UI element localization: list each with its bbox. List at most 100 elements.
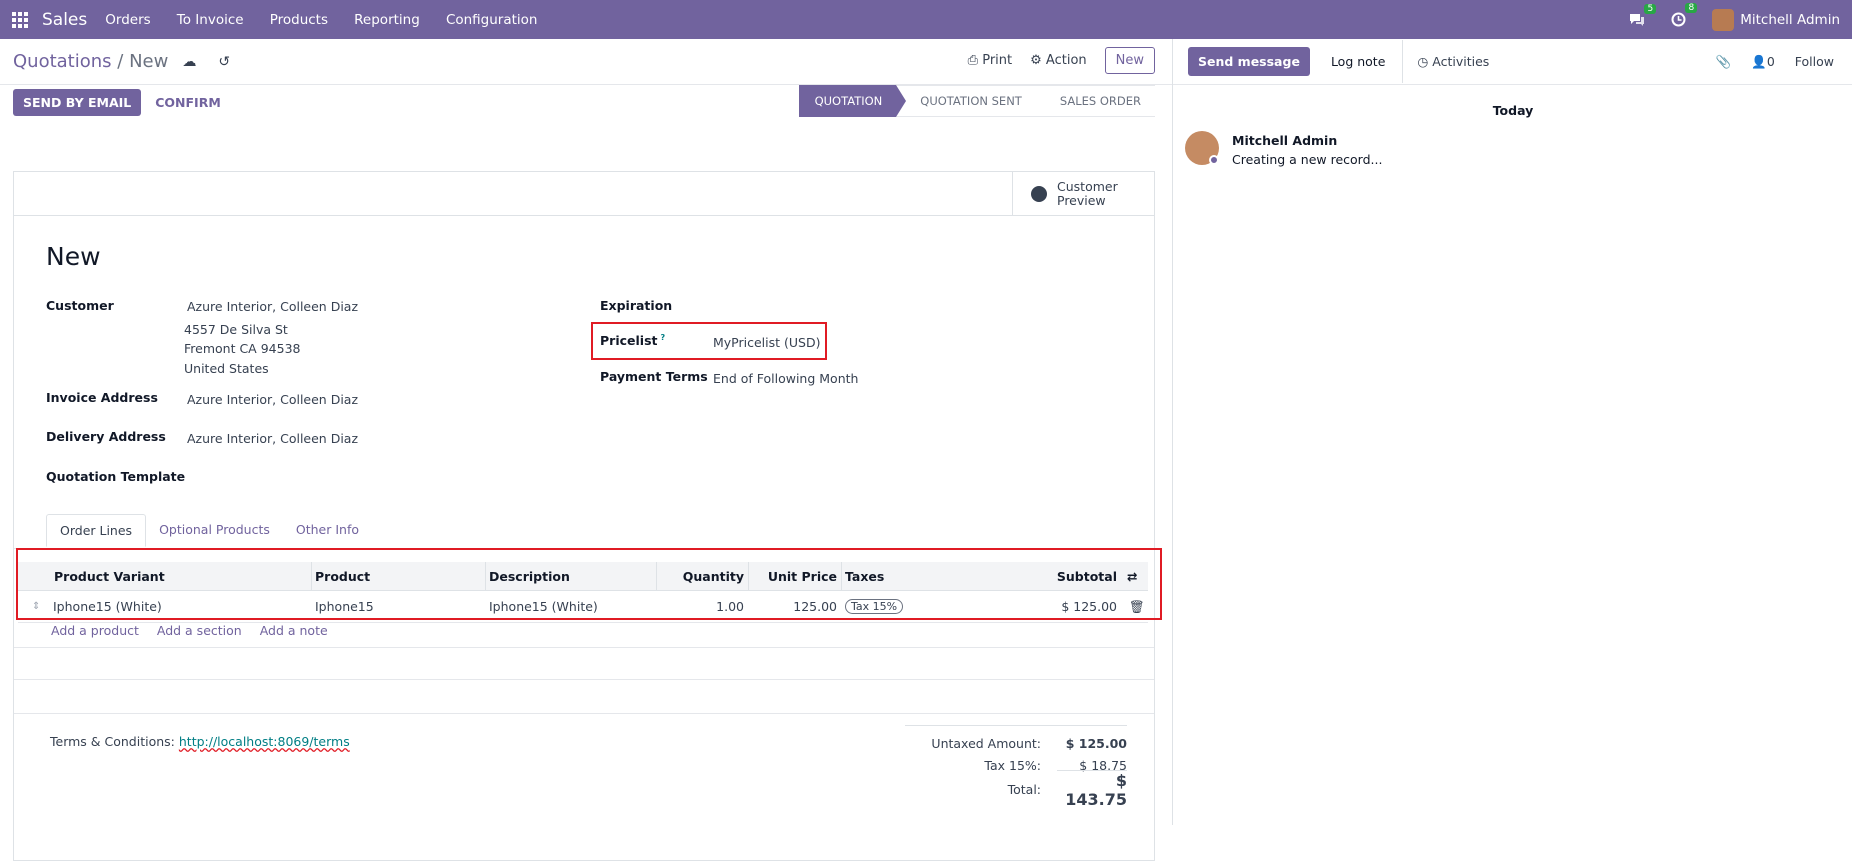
discard-icon[interactable]: ↺	[218, 54, 230, 70]
send-message-button[interactable]: Send message	[1188, 47, 1310, 76]
payment-terms-field[interactable]: End of Following Month	[713, 371, 858, 386]
total-value: $ 143.75	[1057, 769, 1127, 809]
col-product-variant[interactable]: Product Variant	[50, 562, 310, 590]
order-lines-header: Product Variant Product Description Quan…	[18, 562, 1148, 591]
messages-button[interactable]: 5	[1629, 3, 1657, 27]
terms-link[interactable]: http://localhost:8069/terms	[179, 734, 350, 749]
totals-summary: Untaxed Amount: $ 125.00 Tax 15%: $ 18.75 …	[905, 725, 1127, 809]
customer-preview-button[interactable]: Customer Preview	[1012, 172, 1154, 216]
delivery-address-field[interactable]: Azure Interior, Colleen Diaz	[187, 431, 358, 446]
send-by-email-button[interactable]: SEND BY EMAIL	[13, 88, 142, 116]
customer-address-line1: 4557 De Silva St	[184, 322, 288, 337]
clock-icon	[1671, 12, 1686, 27]
print-label: Print	[982, 53, 1013, 68]
col-taxes[interactable]: Taxes	[841, 562, 1031, 590]
invoice-address-label: Invoice Address	[46, 390, 158, 405]
optional-columns-icon[interactable]: ⇄	[1123, 562, 1147, 590]
activities-button[interactable]: ◷ Activities	[1403, 54, 1503, 69]
pricelist-label-text: Pricelist	[600, 333, 658, 349]
form-sheet: Customer Preview New Customer Azure Inte…	[13, 171, 1162, 861]
cell-taxes[interactable]: Tax 15%	[841, 591, 1031, 622]
col-quantity[interactable]: Quantity	[656, 562, 748, 590]
cell-unit-price[interactable]: 125.00	[748, 591, 841, 622]
col-subtotal[interactable]: Subtotal	[1031, 562, 1121, 590]
add-note-link[interactable]: Add a note	[260, 623, 328, 638]
untaxed-value: $ 125.00	[1065, 735, 1127, 751]
log-note-button[interactable]: Log note	[1314, 40, 1404, 83]
untaxed-label: Untaxed Amount:	[931, 735, 1041, 751]
menu-products[interactable]: Products	[270, 12, 328, 28]
breadcrumb: Quotations / New	[13, 51, 168, 72]
menu-reporting[interactable]: Reporting	[354, 12, 420, 28]
trash-icon[interactable]: 🗑	[1125, 591, 1145, 622]
breadcrumb-quotations[interactable]: Quotations	[13, 51, 112, 72]
paperclip-icon[interactable]: 📎	[1716, 54, 1732, 70]
confirm-button[interactable]: CONFIRM	[155, 95, 221, 110]
stage-quotation-sent[interactable]: QUOTATION SENT	[896, 85, 1036, 117]
chat-icon	[1630, 13, 1645, 26]
tab-optional-products[interactable]: Optional Products	[146, 514, 283, 547]
save-cloud-icon[interactable]: ☁	[182, 54, 196, 70]
total-label: Total:	[1007, 781, 1041, 797]
apps-menu-icon[interactable]	[12, 10, 32, 30]
table-row[interactable]: ⇕ Iphone15 (White) Iphone15 Iphone15 (Wh…	[18, 591, 1148, 623]
tab-other-info[interactable]: Other Info	[283, 514, 372, 547]
printer-icon: ⎙	[967, 53, 983, 68]
print-button[interactable]: ⎙ Print	[968, 53, 1012, 68]
pricelist-help-icon[interactable]: ?	[660, 333, 665, 342]
stage-sales-order[interactable]: SALES ORDER	[1035, 85, 1155, 117]
date-separator: Today	[1492, 103, 1534, 118]
customer-preview-label: Customer Preview	[1057, 179, 1118, 208]
followers-button[interactable]: 👤0	[1751, 54, 1775, 70]
action-label: Action	[1045, 53, 1087, 68]
status-stages: QUOTATION QUOTATION SENT SALES ORDER	[798, 85, 1155, 117]
col-product[interactable]: Product	[311, 562, 485, 590]
menu-orders[interactable]: Orders	[105, 12, 150, 28]
message-body: Creating a new record...	[1232, 152, 1383, 167]
drag-handle-icon[interactable]: ⇕	[28, 591, 48, 622]
user-name: Mitchell Admin	[1740, 11, 1840, 28]
new-button[interactable]: New	[1104, 47, 1155, 74]
online-status-icon	[1209, 155, 1219, 165]
invoice-address-field[interactable]: Azure Interior, Colleen Diaz	[187, 392, 358, 407]
add-product-link[interactable]: Add a product	[51, 623, 139, 638]
delivery-address-label: Delivery Address	[46, 429, 166, 444]
terms-conditions: Terms & Conditions: http://localhost:806…	[50, 734, 350, 749]
top-navbar: Sales Orders To Invoice Products Reporti…	[0, 0, 1852, 39]
status-bar: SEND BY EMAIL CONFIRM QUOTATION QUOTATIO…	[0, 85, 1172, 119]
cell-quantity[interactable]: 1.00	[656, 591, 748, 622]
follow-button[interactable]: Follow	[1795, 54, 1834, 70]
breadcrumb-current: New	[129, 51, 169, 72]
message-author[interactable]: Mitchell Admin	[1232, 133, 1337, 148]
menu-to-invoice[interactable]: To Invoice	[177, 12, 244, 28]
menu-configuration[interactable]: Configuration	[446, 12, 538, 28]
cell-product[interactable]: Iphone15	[311, 591, 485, 622]
action-button[interactable]: ⚙ Action	[1030, 53, 1087, 68]
chatter: Send message Log note ◷ Activities 📎 👤0 …	[1172, 39, 1852, 825]
pricelist-field[interactable]: MyPricelist (USD)	[713, 335, 820, 350]
tax-label: Tax 15%:	[984, 757, 1041, 773]
person-icon: 👤	[1751, 54, 1767, 69]
stage-quotation[interactable]: QUOTATION	[798, 85, 906, 117]
messages-badge: 5	[1644, 3, 1657, 14]
customer-field[interactable]: Azure Interior, Colleen Diaz	[187, 299, 358, 314]
activities-badge: 8	[1685, 3, 1698, 13]
cell-description[interactable]: Iphone15 (White)	[485, 591, 656, 622]
user-menu[interactable]: Mitchell Admin	[1712, 8, 1840, 31]
tab-order-lines[interactable]: Order Lines	[46, 514, 147, 547]
add-section-link[interactable]: Add a section	[157, 623, 242, 638]
main-menu: Orders To Invoice Products Reporting Con…	[105, 12, 559, 28]
customer-address-line3: United States	[184, 361, 269, 376]
cell-subtotal: $ 125.00	[1061, 599, 1117, 614]
control-panel: Quotations / New ☁ ↺ ⎙ Print ⚙ Action Ne…	[0, 39, 1172, 85]
activities-button[interactable]: 8	[1671, 3, 1698, 27]
payment-terms-label: Payment Terms	[600, 369, 708, 384]
pricelist-label: Pricelist?	[600, 333, 665, 348]
chatter-topbar: Send message Log note ◷ Activities 📎 👤0 …	[1173, 39, 1852, 85]
cell-product-variant[interactable]: Iphone15 (White)	[49, 591, 309, 622]
col-description[interactable]: Description	[485, 562, 656, 590]
col-unit-price[interactable]: Unit Price	[748, 562, 841, 590]
breadcrumb-separator: /	[117, 51, 124, 72]
app-name[interactable]: Sales	[42, 10, 87, 30]
gear-icon: ⚙	[1030, 53, 1046, 68]
